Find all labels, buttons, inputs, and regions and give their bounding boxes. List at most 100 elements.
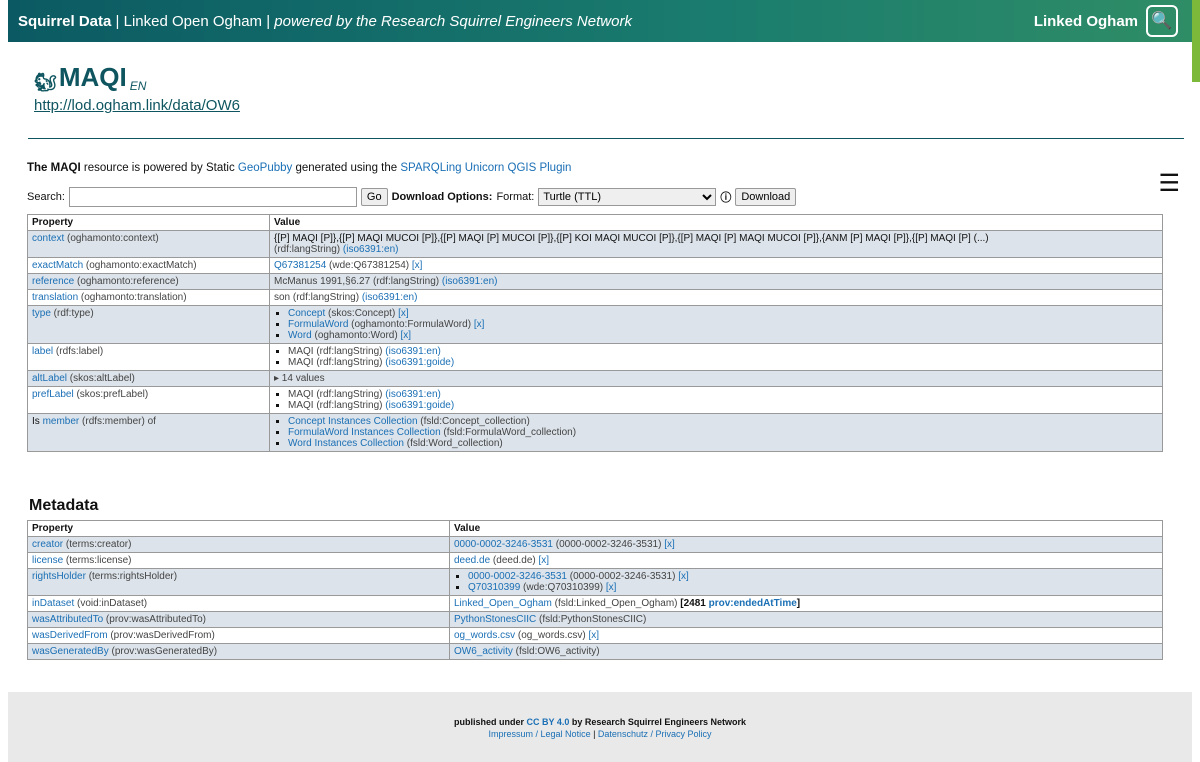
cc-by-link[interactable]: CC BY 4.0 (527, 717, 570, 727)
property-note: (terms:creator) (63, 539, 132, 550)
value-cell: McManus 1991,§6.27 (rdf:langString) (iso… (269, 273, 1163, 290)
language-link[interactable]: (iso6391:goide) (385, 400, 454, 411)
property-note: (prov:wasAttributedTo) (103, 614, 206, 625)
value-link[interactable]: deed.de (454, 555, 490, 566)
property-cell: inDataset (void:inDataset) (27, 595, 450, 612)
value-text: MAQI (rdf:langString) (288, 389, 386, 400)
count-text: [2481 (680, 598, 709, 609)
value-cell: 0000-0002-3246-3531 (0000-0002-3246-3531… (449, 568, 1163, 596)
language-link[interactable]: (iso6391:en) (362, 292, 418, 303)
property-link[interactable]: reference (32, 276, 74, 287)
language-link[interactable]: (iso6391:en) (385, 389, 441, 400)
value-cell: son (rdf:langString) (iso6391:en) (269, 289, 1163, 306)
property-link[interactable]: prefLabel (32, 389, 74, 400)
geopubby-link[interactable]: GeoPubby (238, 162, 292, 174)
value-link[interactable]: og_words.csv (454, 630, 515, 641)
page-title: 🐿 MAQI EN (34, 62, 240, 93)
linked-ogham-label: Linked Ogham (1033, 12, 1138, 30)
search-label: Search: (27, 191, 65, 203)
value-text: ▸ 14 values (274, 373, 325, 384)
value-link[interactable]: 0000-0002-3246-3531 (468, 571, 567, 582)
search-input[interactable] (68, 187, 357, 207)
property-link[interactable]: rightsHolder (32, 571, 86, 582)
format-select[interactable]: Turtle (TTL) (538, 188, 717, 206)
info-icon[interactable]: ⓘ (720, 189, 731, 205)
tagline: powered by the Research Squirrel Enginee… (274, 12, 632, 30)
property-link[interactable]: type (32, 308, 51, 319)
property-link[interactable]: creator (32, 539, 63, 550)
language-link[interactable]: (iso6391:en) (343, 244, 399, 255)
language-link[interactable]: (iso6391:en) (442, 276, 498, 287)
property-note: (oghamonto:translation) (78, 292, 187, 303)
external-link-x[interactable]: [x] (606, 582, 617, 593)
property-link[interactable]: context (32, 233, 64, 244)
table-row: altLabel (skos:altLabel) ▸ 14 values (27, 370, 1163, 387)
download-button[interactable]: Download (735, 188, 797, 206)
linked-ogham-link[interactable]: Linked Ogham 🔍 (1034, 5, 1192, 37)
property-link[interactable]: translation (32, 292, 78, 303)
value-text: (wde:Q70310399) (520, 582, 606, 593)
property-link[interactable]: exactMatch (32, 260, 83, 271)
property-link[interactable]: wasAttributedTo (32, 614, 103, 625)
external-link-x[interactable]: [x] (678, 571, 689, 582)
column-header-value: Value (449, 520, 1163, 537)
sparqling-unicorn-link[interactable]: SPARQLing Unicorn QGIS Plugin (400, 162, 571, 174)
external-link-x[interactable]: [x] (539, 555, 550, 566)
privacy-link[interactable]: Datenschutz / Privacy Policy (598, 729, 712, 739)
value-link[interactable]: PythonStonesCIIC (454, 614, 536, 625)
site-link[interactable]: Linked Open Ogham (124, 13, 262, 30)
value-text: (oghamonto:Word) (311, 330, 401, 341)
separator: | (111, 12, 124, 30)
table-row: inDataset (void:inDataset) Linked_Open_Og… (27, 595, 1163, 612)
value-link[interactable]: Q67381254 (274, 260, 326, 271)
value-link[interactable]: FormulaWord (288, 319, 348, 330)
value-text: (fsld:Linked_Open_Ogham) (551, 598, 681, 609)
property-link[interactable]: wasGeneratedBy (32, 646, 109, 657)
value-text: McManus 1991,§6.27 (rdf:langString) (274, 276, 442, 287)
property-link[interactable]: label (32, 346, 53, 357)
language-link[interactable]: (iso6391:goide) (385, 357, 454, 368)
ended-at-time-link[interactable]: prov:endedAtTime (709, 598, 797, 609)
value-link[interactable]: FormulaWord Instances Collection (288, 427, 441, 438)
brand-link[interactable]: Squirrel Data (18, 13, 111, 30)
external-link-x[interactable]: [x] (474, 319, 485, 330)
external-link-x[interactable]: [x] (398, 308, 409, 319)
top-navbar: Squirrel Data | Linked Open Ogham | powe… (8, 0, 1192, 42)
value-link[interactable]: 0000-0002-3246-3531 (454, 539, 553, 550)
table-row: translation (oghamonto:translation) son (… (27, 289, 1163, 306)
property-link[interactable]: license (32, 555, 63, 566)
property-link[interactable]: inDataset (32, 598, 74, 609)
powered-prefix: The MAQI (27, 162, 81, 174)
property-link[interactable]: member (43, 416, 80, 427)
separator: | (590, 729, 598, 739)
property-link[interactable]: altLabel (32, 373, 67, 384)
value-cell: Q67381254 (wde:Q67381254) [x] (269, 257, 1163, 274)
value-link[interactable]: Linked_Open_Ogham (454, 598, 552, 609)
triple-count: [2481 prov:endedAtTime] (680, 598, 800, 609)
external-link-x[interactable]: [x] (400, 330, 411, 341)
language-link[interactable]: (iso6391:en) (385, 346, 441, 357)
value-text: (rdf:langString) (274, 244, 343, 255)
value-link[interactable]: Word Instances Collection (288, 438, 404, 449)
value-list: MAQI (rdf:langString) (iso6391:en)MAQI (… (274, 389, 1158, 411)
external-link-x[interactable]: [x] (589, 630, 600, 641)
value-link[interactable]: Concept Instances Collection (288, 416, 418, 427)
impressum-link[interactable]: Impressum / Legal Notice (489, 729, 591, 739)
external-link-x[interactable]: [x] (412, 260, 423, 271)
value-link[interactable]: Word (288, 330, 312, 341)
property-link[interactable]: wasDerivedFrom (32, 630, 108, 641)
external-link-x[interactable]: [x] (664, 539, 675, 550)
go-button[interactable]: Go (360, 188, 388, 206)
count-text: ] (796, 598, 801, 609)
list-item: Word (oghamonto:Word) [x] (288, 330, 1158, 341)
menu-icon[interactable]: ☰ (1158, 172, 1180, 196)
value-link[interactable]: Q70310399 (468, 582, 520, 593)
value-link[interactable]: OW6_activity (454, 646, 513, 657)
value-list: 0000-0002-3246-3531 (0000-0002-3246-3531… (454, 571, 1158, 593)
navbar-title: Squirrel Data | Linked Open Ogham | powe… (8, 13, 632, 30)
value-link[interactable]: Concept (288, 308, 325, 319)
value-cell: PythonStonesCIIC (fsld:PythonStonesCIIC) (449, 611, 1163, 628)
property-cell: exactMatch (oghamonto:exactMatch) (27, 257, 270, 274)
resource-uri-link[interactable]: http://lod.ogham.link/data/OW6 (34, 97, 240, 114)
property-note: (terms:rightsHolder) (85, 571, 178, 582)
